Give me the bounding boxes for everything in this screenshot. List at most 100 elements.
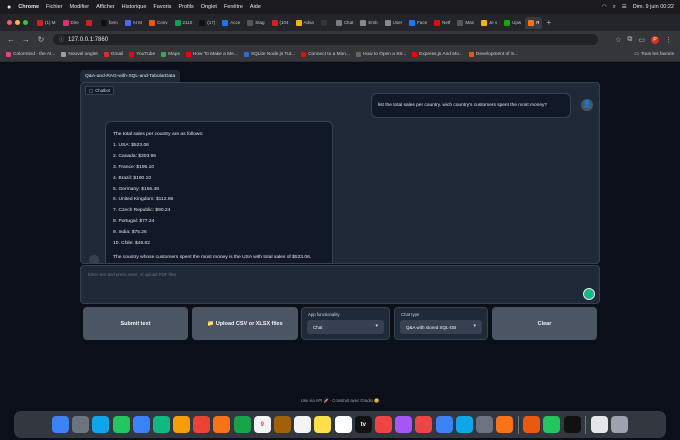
browser-tab[interactable]: Je s bbox=[478, 17, 500, 29]
browser-tab[interactable]: Upw bbox=[501, 17, 524, 29]
browser-tab[interactable]: (17) bbox=[196, 17, 218, 29]
browser-tab[interactable]: Adva bbox=[293, 17, 317, 29]
system-settings-icon[interactable] bbox=[475, 416, 493, 433]
apple-menu-icon[interactable]: ● bbox=[7, 4, 11, 11]
browser-tab[interactable] bbox=[318, 17, 332, 29]
launchpad-icon[interactable] bbox=[72, 416, 90, 433]
bookmark-item[interactable]: Connect to a Mon... bbox=[301, 52, 350, 57]
appstore-icon[interactable] bbox=[435, 416, 453, 433]
menu-profils[interactable]: Profils bbox=[178, 4, 193, 10]
browser-tab[interactable]: 2110 bbox=[172, 17, 196, 29]
bookmark-item[interactable]: Gmail bbox=[103, 52, 123, 57]
bookmark-item[interactable]: Colormind - the AI... bbox=[6, 52, 55, 57]
search-icon[interactable]: ⌕ bbox=[613, 4, 616, 11]
chat-type-select[interactable]: Q&A with stored SQL-DB ▾ bbox=[400, 320, 482, 334]
calendar-icon[interactable]: 9 bbox=[253, 416, 271, 433]
photos-icon[interactable] bbox=[173, 416, 191, 433]
bookmark-item[interactable]: How to Open a Str... bbox=[355, 52, 406, 57]
trash-icon[interactable] bbox=[611, 416, 629, 433]
menu-aide[interactable]: Aide bbox=[250, 4, 261, 10]
menu-app-name[interactable]: Chrome bbox=[18, 4, 39, 10]
site-info-icon[interactable]: ⓘ bbox=[59, 36, 64, 43]
forward-icon[interactable]: → bbox=[22, 35, 30, 44]
browser-tab[interactable]: (1) M bbox=[34, 17, 59, 29]
browser-tab[interactable]: Stag bbox=[244, 17, 267, 29]
menu-kebab-icon[interactable]: ⋮ bbox=[665, 36, 672, 44]
submit-text-button[interactable]: Submit text bbox=[83, 307, 188, 340]
browser-tab[interactable]: form bbox=[98, 17, 121, 29]
bookmark-item[interactable]: Development of S... bbox=[468, 52, 518, 57]
browser-tab[interactable]: User bbox=[382, 17, 406, 29]
menu-favoris[interactable]: Favoris bbox=[153, 4, 171, 10]
bookmark-item[interactable]: YouTube bbox=[129, 52, 155, 57]
news-icon[interactable] bbox=[415, 416, 433, 433]
profile-avatar[interactable]: P bbox=[651, 35, 659, 44]
freeform-icon[interactable] bbox=[334, 416, 352, 433]
new-tab-icon[interactable]: + bbox=[546, 18, 551, 27]
chatgpt-icon[interactable] bbox=[563, 416, 581, 433]
control-center-icon[interactable]: ☰ bbox=[622, 4, 627, 10]
clear-button[interactable]: Clear bbox=[492, 307, 597, 340]
chatgpt-app-icon[interactable] bbox=[590, 416, 608, 433]
message-input[interactable]: Enter text and press enter, or upload PD… bbox=[80, 265, 600, 304]
address-bar[interactable]: ⓘ 127.0.0.1:7860 bbox=[53, 34, 598, 45]
close-window-icon[interactable] bbox=[7, 20, 12, 25]
browser-tab[interactable]: AI M bbox=[122, 17, 145, 29]
app-tab[interactable]: Q&A-and-RAG-with-SQL-and-TabularData bbox=[80, 70, 181, 82]
safari-icon[interactable] bbox=[92, 416, 110, 433]
zoom-window-icon[interactable] bbox=[23, 20, 28, 25]
browser-tab[interactable]: Dire bbox=[60, 17, 82, 29]
menu-onglet[interactable]: Onglet bbox=[201, 4, 217, 10]
clock[interactable]: Dim. 9 juin 00:22 bbox=[633, 4, 674, 10]
firefox-icon[interactable] bbox=[213, 416, 231, 433]
menu-modifier[interactable]: Modifier bbox=[70, 4, 90, 10]
browser-tab[interactable]: Chat bbox=[333, 17, 357, 29]
browser-tab[interactable]: (104 bbox=[269, 17, 292, 29]
facetime-icon[interactable] bbox=[233, 416, 251, 433]
menu-fichier[interactable]: Fichier bbox=[46, 4, 63, 10]
maps-icon[interactable] bbox=[152, 416, 170, 433]
all-bookmarks[interactable]: ▭ Tous les favoris bbox=[634, 48, 674, 61]
browser-tab[interactable]: Acce bbox=[219, 17, 243, 29]
sidepanel-icon[interactable]: ▭ bbox=[638, 36, 645, 44]
browser-tab[interactable]: Emb bbox=[357, 17, 380, 29]
bookmark-item[interactable]: Nouvel onglet bbox=[61, 52, 98, 57]
bookmark-item[interactable]: SQLite Node.js Tut... bbox=[243, 52, 295, 57]
bookmark-star-icon[interactable]: ☆ bbox=[615, 36, 621, 44]
podcasts-icon[interactable] bbox=[395, 416, 413, 433]
browser-tab[interactable]: Mas bbox=[454, 17, 477, 29]
reminders-icon[interactable] bbox=[294, 416, 312, 433]
bookmark-item[interactable]: Maps bbox=[161, 52, 180, 57]
back-icon[interactable]: ← bbox=[7, 35, 15, 44]
reload-icon[interactable]: ↻ bbox=[37, 35, 45, 44]
minimize-window-icon[interactable] bbox=[15, 20, 20, 25]
upload-files-button[interactable]: 📁 Upload CSV or XLSX files bbox=[192, 307, 298, 340]
chrome-icon[interactable] bbox=[193, 416, 211, 433]
extensions-icon[interactable]: ⧉ bbox=[627, 36, 632, 44]
menu-fenetre[interactable]: Fenêtre bbox=[224, 4, 243, 10]
sublime-icon[interactable] bbox=[496, 416, 514, 433]
browser-tab[interactable]: Face bbox=[406, 17, 430, 29]
browser-tab[interactable]: Conv bbox=[146, 17, 171, 29]
bookmark-item[interactable]: How To Make a Me... bbox=[185, 52, 238, 57]
finder-icon[interactable] bbox=[51, 416, 69, 433]
notes-icon[interactable] bbox=[314, 416, 332, 433]
contacts-icon[interactable] bbox=[274, 416, 292, 433]
firefox-dev-icon[interactable] bbox=[523, 416, 541, 433]
browser-tab[interactable]: Netf bbox=[431, 17, 453, 29]
bookmark-item[interactable]: Express.js And Mo... bbox=[412, 52, 463, 57]
music-icon[interactable] bbox=[374, 416, 392, 433]
vscode-icon[interactable] bbox=[455, 416, 473, 433]
spotify-icon[interactable] bbox=[543, 416, 561, 433]
browser-tab[interactable]: R bbox=[525, 16, 543, 29]
messages-icon[interactable] bbox=[112, 416, 130, 433]
wifi-icon[interactable]: ◠ bbox=[602, 4, 607, 10]
mail-icon[interactable] bbox=[132, 416, 150, 433]
upload-file-icon[interactable] bbox=[583, 288, 595, 300]
gradio-footer[interactable]: Use via API 🚀 · Construit avec Gradio 😊 bbox=[0, 398, 680, 404]
menu-historique[interactable]: Historique bbox=[122, 4, 147, 10]
menu-afficher[interactable]: Afficher bbox=[96, 4, 115, 10]
browser-tab[interactable] bbox=[83, 17, 97, 29]
app-functionality-select[interactable]: Chat ▾ bbox=[307, 320, 384, 334]
appletv-icon[interactable]: tv bbox=[354, 416, 372, 433]
